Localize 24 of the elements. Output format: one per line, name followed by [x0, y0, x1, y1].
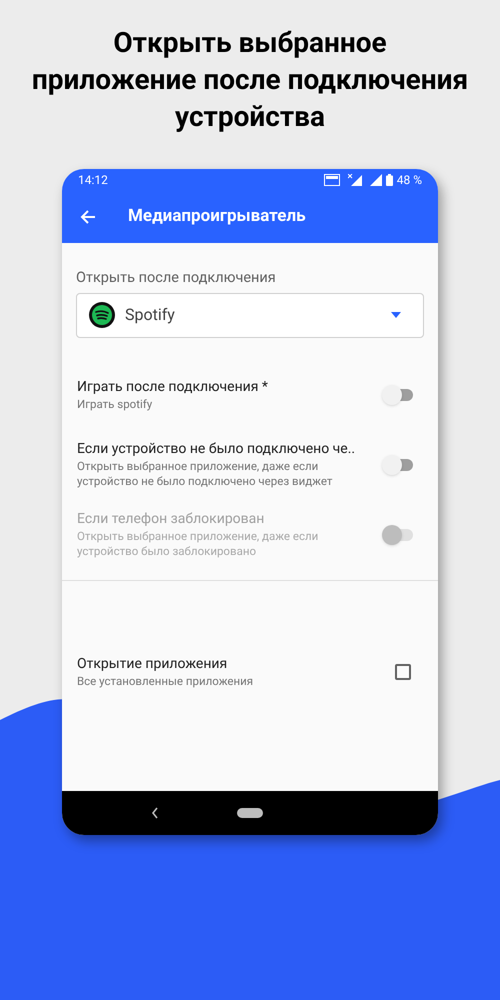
toolbar-title: Медиапроигрыватель	[128, 205, 306, 228]
battery-icon	[386, 174, 393, 186]
setting-description: Открыть выбранное приложение, даже если устройство не было подключено через виджет	[77, 459, 334, 490]
setting-title: Если устройство не было подключено че..	[77, 440, 356, 460]
status-time: 14:12	[78, 172, 108, 189]
battery-level: 48 %	[396, 172, 422, 189]
field-label: Открыть после подключения	[76, 268, 277, 288]
home-button[interactable]	[237, 808, 263, 818]
headline: Открыть выбранное приложение после подключения устройства	[30, 25, 470, 135]
setting-title: Если телефон заблокирован	[77, 510, 266, 530]
app-logo-icon	[89, 302, 115, 328]
setting-description: Играть spotify	[77, 396, 154, 412]
checkbox[interactable]	[395, 664, 411, 680]
signal-icon	[348, 174, 362, 186]
setting-title: Играть после подключения *	[77, 378, 269, 397]
app-dropdown[interactable]: Spotify	[76, 292, 424, 338]
back-arrow-icon	[80, 209, 96, 225]
setting-title: Открытие приложения	[77, 654, 228, 674]
back-icon[interactable]	[151, 807, 159, 819]
setting-description: Все установленные приложения	[77, 674, 254, 689]
dropdown-value: Spotify	[125, 304, 176, 326]
caret-icon	[391, 312, 401, 318]
signal-icon	[370, 174, 382, 186]
setting-description: Открыть выбранное приложение, даже если устройство было заблокировано	[77, 529, 320, 560]
